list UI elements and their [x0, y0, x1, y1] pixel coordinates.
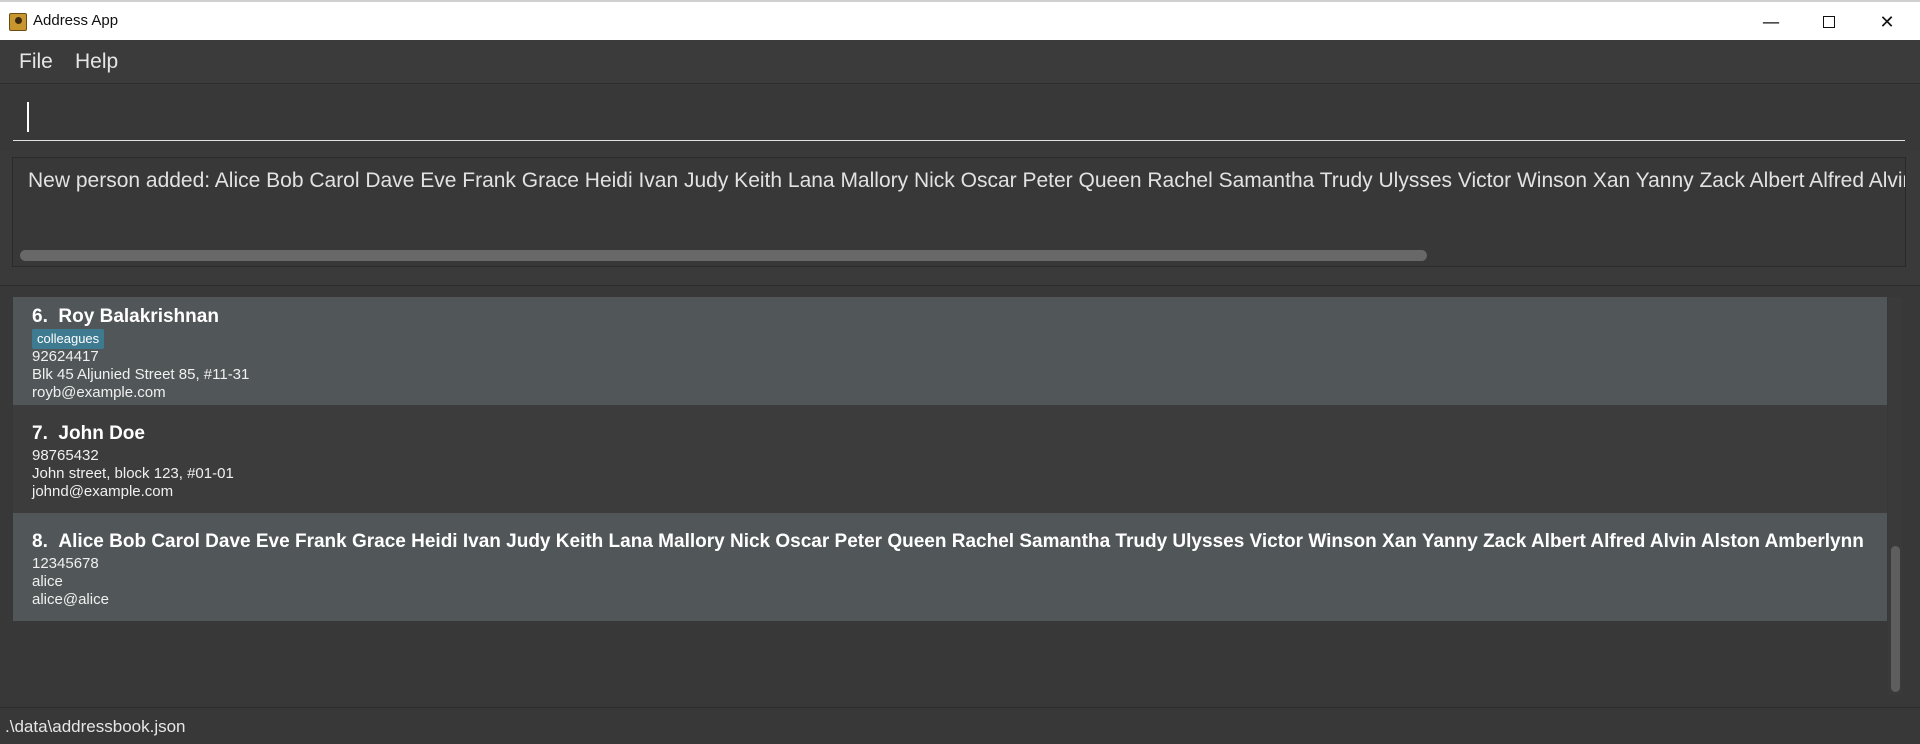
person-address: alice: [32, 573, 63, 590]
person-name: 7. John Doe: [32, 423, 145, 444]
person-email: johnd@example.com: [32, 483, 174, 500]
address-book-icon: [9, 13, 27, 31]
status-bar: .\data\addressbook.json: [0, 707, 1920, 744]
person-address: Blk 45 Aljunied Street 85, #11-31: [32, 366, 250, 383]
command-input[interactable]: [13, 97, 1905, 141]
minimize-button[interactable]: —: [1742, 2, 1800, 42]
command-box: [0, 85, 1920, 151]
person-card[interactable]: 8. Alice Bob Carol Dave Eve Frank Grace …: [13, 513, 1887, 621]
save-location: .\data\addressbook.json: [5, 717, 186, 736]
person-card[interactable]: 7. John Doe 98765432 John street, block …: [13, 405, 1887, 513]
window-title: Address App: [33, 12, 119, 29]
person-list: 6. Roy Balakrishnan colleagues 92624417 …: [13, 297, 1887, 695]
person-phone: 12345678: [32, 555, 99, 572]
person-phone: 98765432: [32, 447, 99, 464]
person-email: alice@alice: [32, 591, 109, 608]
minimize-icon: —: [1762, 11, 1780, 33]
close-button[interactable]: ✕: [1858, 2, 1916, 42]
tag-badge: colleagues: [32, 329, 105, 349]
list-scrollbar-thumb[interactable]: [1891, 546, 1900, 692]
maximize-button[interactable]: [1800, 2, 1858, 42]
menu-bar: File Help: [0, 40, 1920, 84]
person-card[interactable]: 6. Roy Balakrishnan colleagues 92624417 …: [13, 297, 1887, 405]
person-name: 8. Alice Bob Carol Dave Eve Frank Grace …: [32, 531, 1864, 552]
person-phone: 92624417: [32, 348, 99, 365]
title-bar: Address App — ✕: [0, 0, 1920, 40]
text-caret: [27, 102, 29, 132]
close-icon: ✕: [1879, 11, 1895, 33]
person-list-panel: 6. Roy Balakrishnan colleagues 92624417 …: [0, 285, 1920, 707]
person-email: royb@example.com: [32, 384, 166, 401]
menu-help[interactable]: Help: [75, 50, 118, 74]
result-horizontal-scrollbar[interactable]: [20, 250, 1427, 261]
result-message: New person added: Alice Bob Carol Dave E…: [28, 169, 1906, 192]
menu-file[interactable]: File: [19, 50, 53, 74]
person-name: 6. Roy Balakrishnan: [32, 306, 219, 327]
person-address: John street, block 123, #01-01: [32, 465, 234, 482]
result-display: New person added: Alice Bob Carol Dave E…: [12, 157, 1906, 267]
maximize-icon: [1823, 16, 1835, 28]
